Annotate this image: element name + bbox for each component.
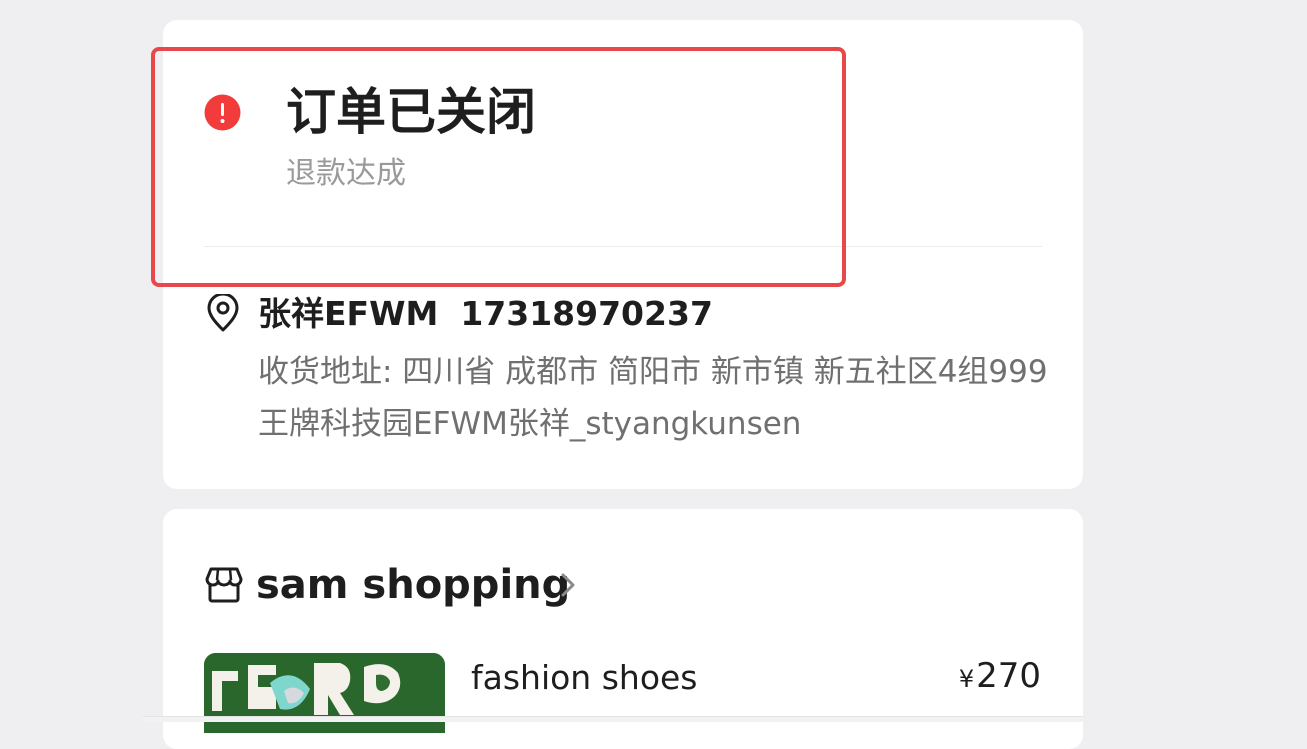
order-status-title: 订单已关闭 xyxy=(286,83,536,141)
shipping-address: 收货地址: 四川省 成都市 简阳市 新市镇 新五社区4组999王牌科技园EFWM… xyxy=(258,354,1048,442)
divider xyxy=(204,246,1042,247)
recipient-phone: 17318970237 xyxy=(460,294,713,333)
product-name[interactable]: fashion shoes xyxy=(471,656,698,700)
store-icon xyxy=(205,567,243,603)
product-price: ¥270 xyxy=(959,654,1041,704)
chevron-right-icon[interactable] xyxy=(557,570,579,600)
order-status-subtitle: 退款达成 xyxy=(286,156,406,191)
price-amount: 270 xyxy=(976,656,1041,696)
location-pin-icon xyxy=(207,294,239,332)
recipient-name: 张祥EFWM xyxy=(258,294,439,333)
bottom-bar-edge xyxy=(143,716,1083,722)
alert-circle-icon xyxy=(204,94,241,131)
shop-name[interactable]: sam shopping xyxy=(256,558,570,612)
price-currency: ¥ xyxy=(958,665,975,693)
recipient-info: 张祥EFWM 17318970237 xyxy=(258,292,713,336)
